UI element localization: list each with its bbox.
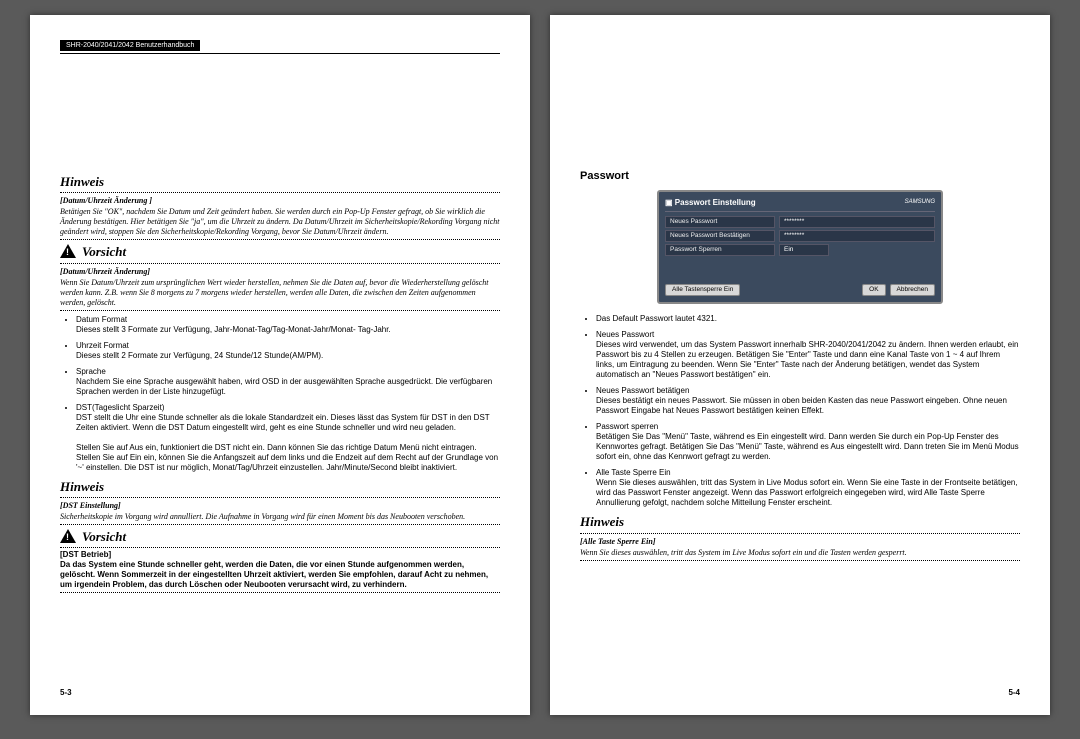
hinweis-heading-1: Hinweis: [60, 174, 500, 190]
hinweis2-body: Sicherheitskopie im Vorgang wird annulli…: [60, 512, 500, 522]
row-passwort-bestaetigen: Neues Passwort Bestätigen ********: [665, 230, 935, 242]
divider: [60, 592, 500, 593]
page-spread: SHR-2040/2041/2042 Benutzerhandbuch Hinw…: [0, 0, 1080, 730]
left-content: Hinweis [Datum/Uhrzeit Änderung ] Betäti…: [60, 170, 500, 595]
passwort-einstellung-panel: ▣ Passwort Einstellung SAMSUNG Neues Pas…: [657, 190, 943, 305]
item-text-2: Stellen Sie auf Aus ein, funktioniert di…: [76, 443, 498, 472]
divider: [60, 547, 500, 548]
vorsicht1-subhead: [Datum/Uhrzeit Änderung]: [60, 267, 500, 277]
field-passwort-sperren[interactable]: Ein: [779, 244, 829, 256]
hinweis-right-body: Wenn Sie dieses auswählen, tritt das Sys…: [580, 548, 1020, 558]
field-passwort-bestaetigen[interactable]: ********: [779, 230, 935, 242]
list-item: Sprache Nachdem Sie eine Sprache ausgewä…: [76, 367, 500, 397]
vorsicht2-body: Da das System eine Stunde schneller geht…: [60, 560, 500, 590]
list-item: Alle Taste Sperre Ein Wenn Sie dieses au…: [596, 468, 1020, 508]
vorsicht-heading-1: Vorsicht: [60, 244, 500, 260]
label-passwort-sperren: Passwort Sperren: [665, 244, 775, 256]
item-label: Uhrzeit Format: [76, 341, 129, 350]
page-right: Passwort ▣ Passwort Einstellung SAMSUNG …: [550, 15, 1050, 715]
item-label: Neues Passwort: [596, 330, 654, 339]
page-number-left: 5-3: [60, 688, 72, 697]
page-left: SHR-2040/2041/2042 Benutzerhandbuch Hinw…: [30, 15, 530, 715]
list-item: Das Default Passwort lautet 4321.: [596, 314, 1020, 324]
hinweis1-subhead: [Datum/Uhrzeit Änderung ]: [60, 196, 500, 206]
hinweis1-body: Betätigen Sie "OK", nachdem Sie Datum un…: [60, 207, 500, 237]
item-label: Datum Format: [76, 315, 127, 324]
panel-title-text: Passwort Einstellung: [675, 198, 756, 207]
passwort-list: Das Default Passwort lautet 4321. Neues …: [580, 314, 1020, 508]
divider: [60, 524, 500, 525]
panel-titlebar: ▣ Passwort Einstellung SAMSUNG: [665, 198, 935, 212]
list-item: DST(Tageslicht Sparzeit) DST stellt die …: [76, 403, 500, 473]
item-text: Dieses bestätigt ein neues Passwort. Sie…: [596, 396, 1007, 415]
vorsicht-heading-2: Vorsicht: [60, 529, 500, 545]
item-label: Alle Taste Sperre Ein: [596, 468, 671, 477]
item-text: Dieses wird verwendet, um das System Pas…: [596, 340, 1018, 379]
right-content: Passwort ▣ Passwort Einstellung SAMSUNG …: [580, 170, 1020, 563]
button-alle-tastensperre-ein[interactable]: Alle Tastensperre Ein: [665, 284, 740, 296]
item-text: Dieses stellt 2 Formate zur Verfügung, 2…: [76, 351, 323, 360]
divider: [60, 239, 500, 240]
divider: [580, 533, 1020, 534]
header-band: SHR-2040/2041/2042 Benutzerhandbuch: [60, 40, 200, 51]
divider: [580, 560, 1020, 561]
item-label: Sprache: [76, 367, 106, 376]
hinweis2-subhead: [DST Einstellung]: [60, 501, 500, 511]
vorsicht2-subhead: [DST Betrieb]: [60, 550, 500, 560]
item-label: Passwort sperren: [596, 422, 658, 431]
divider: [60, 497, 500, 498]
list-item: Passwort sperren Betätigen Sie Das "Menü…: [596, 422, 1020, 462]
list-item: Neues Passwort Dieses wird verwendet, um…: [596, 330, 1020, 380]
hinweis-right-subhead: [Alle Taste Sperre Ein]: [580, 537, 1020, 547]
header-rule: [60, 53, 500, 54]
item-text: Dieses stellt 3 Formate zur Verfügung, J…: [76, 325, 391, 334]
list-item: Neues Passwort betätigen Dieses bestätig…: [596, 386, 1020, 416]
ok-cancel-group: OK Abbrechen: [862, 284, 935, 296]
label-neues-passwort: Neues Passwort: [665, 216, 775, 228]
list-item: Uhrzeit Format Dieses stellt 2 Formate z…: [76, 341, 500, 361]
divider: [60, 310, 500, 311]
section-title-passwort: Passwort: [580, 170, 1020, 184]
row-passwort-sperren: Passwort Sperren Ein: [665, 244, 935, 256]
panel-title: ▣ Passwort Einstellung: [665, 198, 756, 208]
item-label: DST(Tageslicht Sparzeit): [76, 403, 164, 412]
item-text: Betätigen Sie Das "Menü" Taste, während …: [596, 432, 1019, 461]
hinweis-heading-right: Hinweis: [580, 514, 1020, 530]
feature-list: Datum Format Dieses stellt 3 Formate zur…: [60, 315, 500, 473]
list-item: Datum Format Dieses stellt 3 Formate zur…: [76, 315, 500, 335]
label-passwort-bestaetigen: Neues Passwort Bestätigen: [665, 230, 775, 242]
samsung-logo: SAMSUNG: [905, 199, 935, 207]
item-text: Wenn Sie dieses auswählen, tritt das Sys…: [596, 478, 1018, 507]
row-neues-passwort: Neues Passwort ********: [665, 216, 935, 228]
ok-button[interactable]: OK: [862, 284, 885, 296]
item-label: Neues Passwort betätigen: [596, 386, 689, 395]
hinweis-heading-2: Hinweis: [60, 479, 500, 495]
divider: [60, 192, 500, 193]
field-neues-passwort[interactable]: ********: [779, 216, 935, 228]
divider: [60, 263, 500, 264]
item-text: Nachdem Sie eine Sprache ausgewählt habe…: [76, 377, 492, 396]
vorsicht1-body: Wenn Sie Datum/Uhrzeit zum ursprüngliche…: [60, 278, 500, 308]
item-text: DST stellt die Uhr eine Stunde schneller…: [76, 413, 490, 432]
cancel-button[interactable]: Abbrechen: [890, 284, 935, 296]
panel-bottom-buttons: Alle Tastensperre Ein OK Abbrechen: [665, 284, 935, 296]
page-number-right: 5-4: [1008, 688, 1020, 697]
